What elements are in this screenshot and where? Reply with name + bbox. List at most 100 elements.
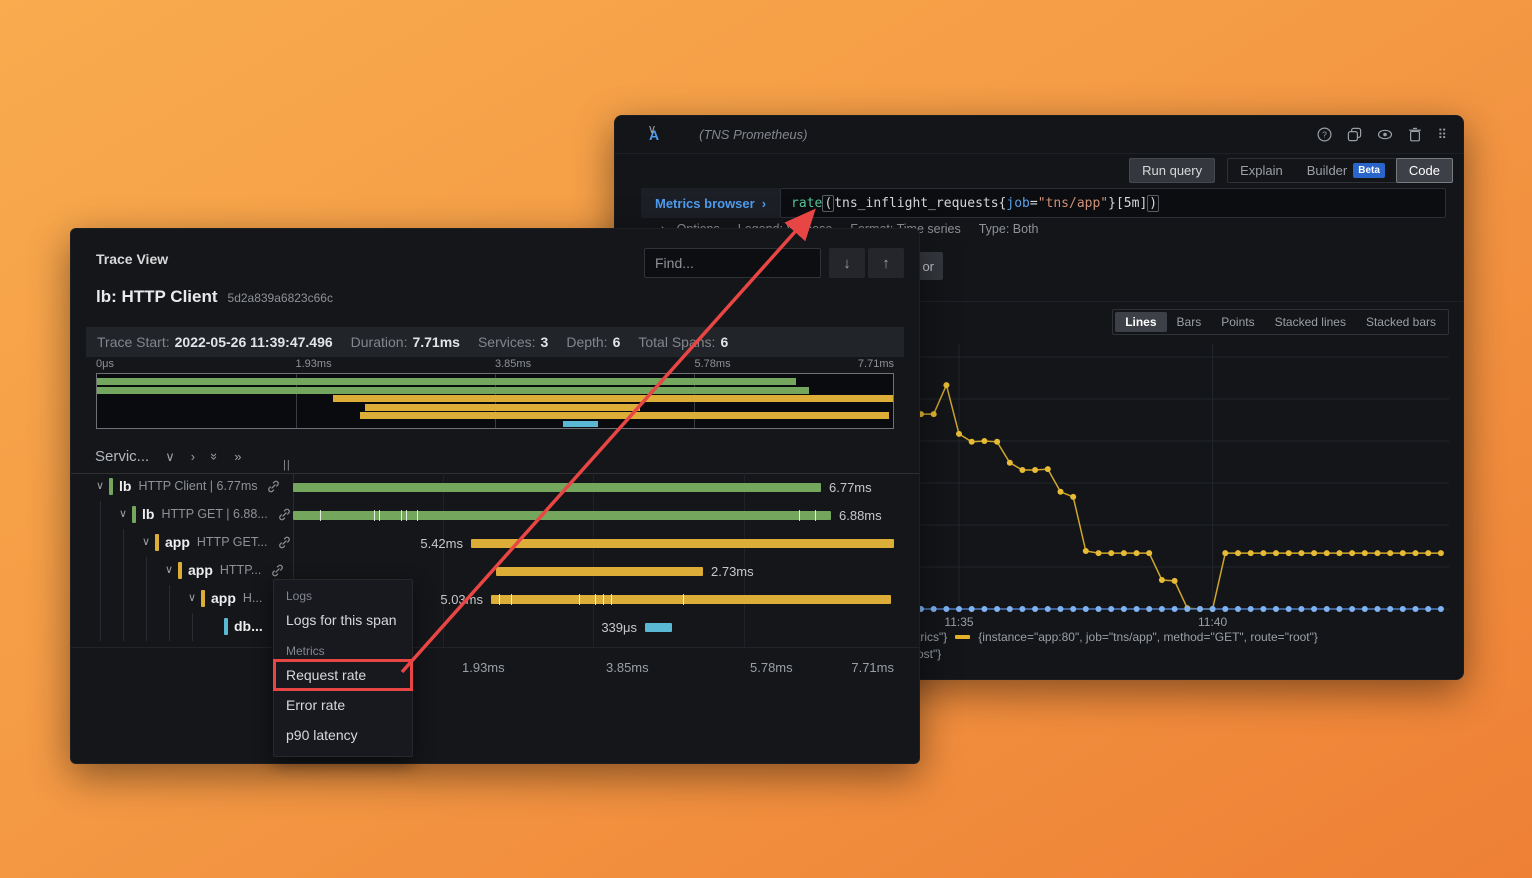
menu-item-p90-latency[interactable]: p90 latency [274, 720, 412, 750]
span-log-tick [815, 510, 816, 521]
span-table-header: Servic... ∨ › » » || 0μs1.93ms3.85ms5.78… [71, 441, 919, 474]
service-color-bar [178, 562, 182, 579]
beta-badge: Beta [1353, 163, 1385, 178]
indent-guide [169, 585, 170, 613]
span-log-tick [320, 510, 321, 521]
span-duration-bar[interactable] [491, 595, 891, 604]
span-row-lb[interactable]: ∨lbHTTP GET | 6.88...6.88ms [71, 501, 919, 529]
trash-icon[interactable] [1408, 127, 1422, 142]
span-link-icon[interactable] [270, 563, 285, 578]
span-label: appHTTP GET... [165, 534, 292, 550]
span-link-icon[interactable] [277, 507, 292, 522]
tab-code[interactable]: Code [1396, 158, 1453, 183]
timeline-tick: 5.78ms [750, 660, 793, 675]
span-duration-bar[interactable] [293, 511, 831, 520]
summary-item: Trace Start:2022-05-26 11:39:47.496 [97, 334, 333, 350]
tab-builder[interactable]: BuilderBeta [1295, 159, 1397, 182]
double-chevron-right-icon[interactable]: » [234, 449, 241, 464]
menu-section-metrics: Metrics [274, 635, 412, 660]
minimap-span-bar [97, 387, 809, 394]
metrics-browser-button[interactable]: Metrics browser› [641, 188, 780, 218]
span-link-icon[interactable] [266, 479, 281, 494]
summary-item: Services:3 [478, 334, 548, 350]
span-duration-bar[interactable] [645, 623, 672, 632]
service-color-bar [132, 506, 136, 523]
indent-guide [146, 613, 147, 641]
chevron-down-icon[interactable]: ∨ [165, 449, 175, 465]
span-collapse-chevron-icon[interactable]: ∨ [162, 563, 176, 576]
span-row-lb[interactable]: ∨lbHTTP Client | 6.77ms6.77ms [71, 473, 919, 501]
run-query-button[interactable]: Run query [1129, 158, 1215, 183]
span-row-app[interactable]: ∨appH...5.03ms [71, 585, 919, 613]
indent-guide [123, 613, 124, 641]
span-collapse-chevron-icon[interactable]: ∨ [116, 507, 130, 520]
find-next-button[interactable]: ↓ [829, 248, 865, 278]
query-expression[interactable]: rate(tns_inflight_requests{job="tns/app"… [780, 188, 1446, 218]
menu-item-request-rate[interactable]: Request rate [274, 660, 412, 690]
drag-handle-icon[interactable]: ⠿ [1437, 127, 1447, 143]
indent-guide [100, 557, 101, 585]
legend-row[interactable]: trics"} {instance="app:80", job="tns/app… [917, 628, 1318, 645]
duplicate-query-icon[interactable] [1347, 127, 1362, 142]
help-circle-icon[interactable]: ? [1317, 127, 1332, 142]
trace-title: lb: HTTP Client 5d2a839a6823c66c [96, 287, 333, 307]
double-chevron-down-icon[interactable]: » [207, 453, 222, 460]
menu-item-logs-for-this-span[interactable]: Logs for this span [274, 605, 412, 635]
query-token: job [1006, 196, 1029, 211]
query-input-row: Metrics browser› rate(tns_inflight_reque… [641, 188, 1446, 218]
service-color-bar [109, 478, 113, 495]
service-column-header[interactable]: Servic... [95, 448, 149, 465]
column-resizer-handle[interactable]: || [283, 459, 291, 471]
service-color-bar [155, 534, 159, 551]
minimap-span-bar [360, 412, 889, 419]
viz-mode-points[interactable]: Points [1211, 312, 1264, 332]
find-prev-button[interactable]: ↑ [868, 248, 904, 278]
span-link-icon[interactable] [277, 535, 292, 550]
viz-mode-lines[interactable]: Lines [1115, 312, 1166, 332]
timeline-tick: 0μs [96, 358, 114, 370]
trace-minimap[interactable] [96, 373, 894, 429]
span-collapse-chevron-icon[interactable]: ∨ [139, 535, 153, 548]
minimap-span-bar [365, 404, 640, 411]
chevron-right-icon[interactable]: › [191, 449, 195, 464]
arrow-up-icon: ↑ [882, 255, 890, 272]
viz-mode-stacked-bars[interactable]: Stacked bars [1356, 312, 1446, 332]
span-rows: ∨lbHTTP Client | 6.77ms6.77ms∨lbHTTP GET… [71, 473, 919, 641]
highlight-box [273, 659, 413, 691]
span-duration-bar[interactable] [471, 539, 894, 548]
collapse-query-chevron-icon[interactable]: ∨ [645, 122, 659, 136]
visualization-toggle: LinesBarsPointsStacked linesStacked bars [1112, 309, 1449, 335]
minimap-span-bar [333, 395, 893, 402]
span-label: appHTTP... [188, 562, 285, 578]
timeline-tick: 3.85ms [606, 660, 649, 675]
find-input[interactable] [644, 248, 821, 278]
query-row-header: ∨ A (TNS Prometheus) ? ⠿ [615, 116, 1463, 154]
indent-guide [100, 529, 101, 557]
trace-summary: Trace Start:2022-05-26 11:39:47.496Durat… [86, 327, 904, 357]
tab-explain[interactable]: Explain [1228, 159, 1295, 182]
query-token: "tns/app" [1038, 196, 1108, 211]
span-row-db-[interactable]: db...339μs [71, 613, 919, 641]
span-collapse-chevron-icon[interactable]: ∨ [185, 591, 199, 604]
viz-mode-stacked-lines[interactable]: Stacked lines [1265, 312, 1356, 332]
span-duration-bar[interactable] [496, 567, 703, 576]
indent-guide [146, 585, 147, 613]
svg-text:11:40: 11:40 [1198, 615, 1227, 629]
indent-guide [123, 585, 124, 613]
legend-color-dash [955, 635, 970, 639]
viz-mode-bars[interactable]: Bars [1167, 312, 1212, 332]
span-log-tick [401, 510, 402, 521]
menu-item-error-rate[interactable]: Error rate [274, 690, 412, 720]
indent-guide [100, 585, 101, 613]
span-row-app[interactable]: ∨appHTTP...2.73ms [71, 557, 919, 585]
span-duration-bar[interactable] [293, 483, 821, 492]
legend-fragment: trics"} [917, 630, 947, 644]
span-collapse-chevron-icon[interactable]: ∨ [93, 479, 107, 492]
span-log-tick [579, 594, 580, 605]
span-log-tick [511, 594, 512, 605]
span-row-app[interactable]: ∨appHTTP GET...5.42ms [71, 529, 919, 557]
span-log-tick [799, 510, 800, 521]
trace-view-panel: Trace View ↓ ↑ lb: HTTP Client 5d2a839a6… [70, 228, 920, 764]
eye-icon[interactable] [1377, 127, 1393, 142]
legend-row[interactable]: ost"} [917, 645, 1318, 662]
